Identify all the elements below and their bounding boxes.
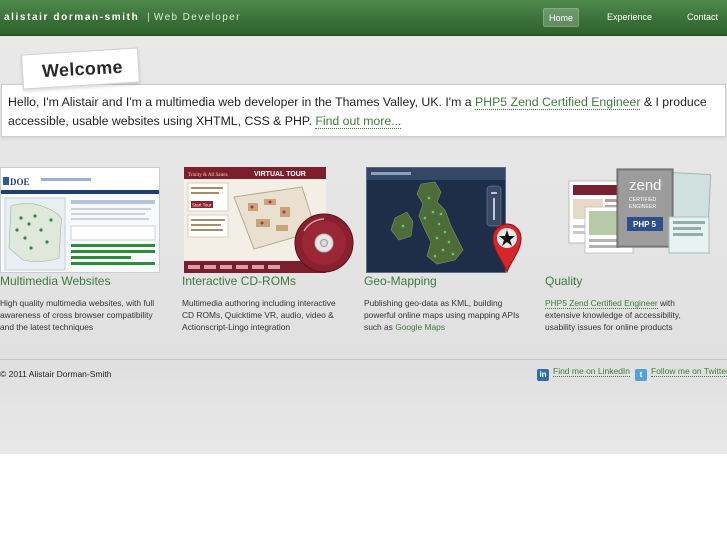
feature-title-multimedia[interactable]: Multimedia Websites [0, 274, 110, 288]
intro-box: Hello, I'm Alistair and I'm a multimedia… [1, 84, 726, 137]
nav-contact[interactable]: Contact [682, 8, 723, 27]
twitter-link[interactable]: t Follow me on Twitter [635, 366, 727, 381]
twitter-icon: t [635, 369, 647, 381]
feature-desc-cdroms: Multimedia authoring including interacti… [182, 298, 336, 332]
intro-text-1: Hello, I'm Alistair and I'm a multimedia… [8, 95, 476, 109]
feature-title-geo[interactable]: Geo-Mapping [364, 274, 437, 288]
copyright-text: © 2011 Alistair Dorman-Smith [0, 369, 112, 379]
trinity-label: Trinity & All Saints [188, 173, 228, 178]
feature-desc-geo: Publishing geo-data as KML, building pow… [364, 297, 524, 333]
zend-badge-certified: CERTIFIED [629, 197, 657, 203]
multimedia-website-screenshot[interactable]: DOE [0, 167, 160, 273]
footer-divider [0, 359, 727, 360]
find-out-more-link[interactable]: Find out more... [315, 114, 402, 129]
feature-desc-quality: PHP5 Zend Certified Engineer with extens… [545, 297, 695, 333]
nav-home[interactable]: Home [543, 8, 580, 27]
linkedin-link[interactable]: in Find me on LinkedIn [537, 366, 631, 381]
virtual-tour-label: VIRTUAL TOUR [254, 171, 306, 178]
zend-certificate-collage[interactable]: zend CERTIFIED ENGINEER PHP 5 [565, 167, 715, 259]
zend-badge-word: zend [629, 177, 662, 194]
site-brand[interactable]: alistair dorman-smith | Web Developer [4, 12, 241, 23]
zend-badge-php5: PHP 5 [633, 220, 657, 229]
twitter-label: Follow me on Twitter [651, 366, 727, 377]
google-maps-link[interactable]: Google Maps [395, 322, 445, 332]
quality-zend-link[interactable]: PHP5 Zend Certified Engineer [545, 298, 658, 309]
welcome-heading: Welcome [41, 56, 124, 82]
linkedin-label: Find me on LinkedIn [553, 366, 631, 377]
linkedin-icon: in [537, 369, 549, 381]
zend-badge-engineer: ENGINEER [629, 204, 656, 210]
start-tour-label: Start Tour [192, 203, 212, 208]
feature-title-quality[interactable]: Quality [545, 274, 582, 288]
map-pin-icon [492, 223, 522, 273]
feature-desc-multimedia: High quality multimedia websites, with f… [0, 298, 155, 332]
geo-map-screenshot[interactable] [366, 167, 506, 273]
brand-tagline: Web Developer [153, 12, 241, 23]
brand-separator: | [147, 12, 150, 23]
doe-logo-text: DOE [10, 177, 30, 187]
top-navigation-bar: alistair dorman-smith | Web Developer Home… [0, 0, 727, 36]
feature-title-cdroms[interactable]: Interactive CD-ROMs [182, 274, 296, 288]
zend-certified-link[interactable]: PHP5 Zend Certified Engineer [475, 95, 641, 110]
nav-experience[interactable]: Experience [602, 8, 657, 27]
cdrom-disc-icon [294, 213, 354, 273]
brand-name: alistair dorman-smith [4, 12, 140, 23]
